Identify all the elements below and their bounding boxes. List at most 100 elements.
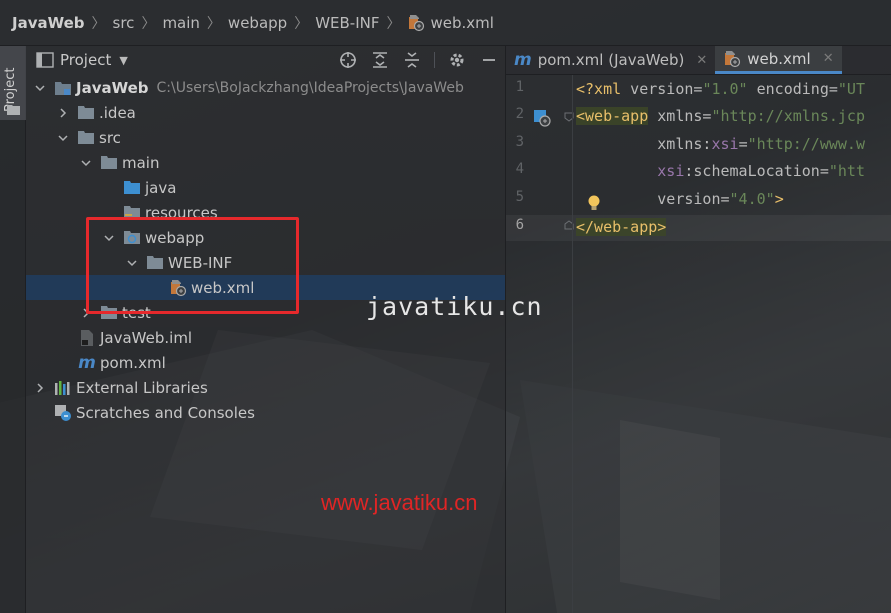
tree-item-src[interactable]: src: [26, 125, 505, 150]
web-xml-icon: [169, 279, 187, 297]
chevron-down-icon[interactable]: [55, 130, 71, 146]
breadcrumb-separator-icon: 〉: [294, 15, 309, 32]
breadcrumb-item-web-inf[interactable]: WEB-INF: [315, 14, 379, 32]
line-number: 4: [515, 161, 524, 177]
tree-item-label: main: [122, 153, 160, 172]
tree-item-label: .idea: [99, 103, 136, 122]
folder-icon: [77, 129, 95, 147]
code-token: version=: [657, 190, 730, 208]
left-tool-strip: Project: [0, 46, 26, 613]
code-token: "http://xmlns.jcp: [711, 107, 865, 125]
tree-item-label: resources: [145, 203, 218, 222]
tree-item-pom-xml[interactable]: m pom.xml: [26, 350, 505, 375]
tree-item-label: WEB-INF: [168, 253, 233, 272]
fold-icon[interactable]: [563, 111, 575, 123]
breadcrumb-item-webapp[interactable]: webapp: [228, 14, 287, 32]
expand-all-icon[interactable]: [370, 50, 390, 70]
target-icon[interactable]: [338, 50, 358, 70]
breadcrumb-separator-icon: 〉: [386, 15, 401, 32]
code-token: encoding=: [747, 80, 838, 98]
chevron-down-icon[interactable]: [32, 80, 48, 96]
tree-item-java[interactable]: java: [26, 175, 505, 200]
project-panel-icon: [36, 52, 54, 68]
code-tag: <web-app: [576, 107, 649, 125]
maven-icon: m: [514, 50, 532, 70]
editor-gutter: 1 2 3 4 5 6: [506, 75, 600, 613]
breadcrumb: JavaWeb 〉 src 〉 main 〉 webapp 〉 WEB-INF …: [0, 0, 891, 46]
line-number: 6: [515, 217, 524, 233]
tree-item-javaweb[interactable]: JavaWeb C:\Users\BoJackzhang\IdeaProject…: [26, 75, 505, 100]
folder-icon: [77, 104, 95, 122]
breadcrumb-separator-icon: 〉: [141, 15, 156, 32]
code-content[interactable]: <?xml version="1.0" encoding="UT <web-ap…: [576, 75, 891, 613]
code-line-5: version="4.0">: [576, 186, 784, 213]
code-token: "UT: [837, 80, 865, 98]
scratches-icon: [54, 404, 72, 422]
line-number: 3: [515, 134, 524, 150]
fold-icon[interactable]: [563, 219, 575, 231]
breadcrumb-separator-icon: 〉: [91, 15, 106, 32]
tab-label: web.xml: [747, 49, 811, 68]
breadcrumb-item-src[interactable]: src: [113, 14, 135, 32]
tab-web-xml[interactable]: web.xml ✕: [715, 46, 842, 74]
code-token: :schemaLocation=: [684, 162, 829, 180]
close-icon[interactable]: ✕: [696, 53, 707, 68]
tab-pom-xml[interactable]: m pom.xml (JavaWeb) ✕: [506, 46, 715, 74]
libraries-icon: [54, 379, 72, 397]
code-token: >: [774, 190, 784, 208]
folder-icon: [100, 154, 118, 172]
project-path: C:\Users\BoJackzhang\IdeaProjects\JavaWe…: [156, 79, 464, 96]
folder-icon: [146, 254, 164, 272]
web-xml-gutter-icon[interactable]: [532, 108, 552, 128]
code-line-4: xsi:schemaLocation="htt: [576, 158, 865, 185]
project-panel-title[interactable]: Project: [60, 51, 111, 69]
code-line-1: <?xml version="1.0" encoding="UT: [576, 76, 865, 103]
tree-item-label: webapp: [145, 228, 205, 247]
chevron-down-icon[interactable]: ▼: [119, 54, 127, 67]
line-number: 1: [515, 79, 524, 95]
tree-item-main[interactable]: main: [26, 150, 505, 175]
minimize-icon[interactable]: [479, 50, 499, 70]
code-token: xsi: [657, 162, 685, 180]
chevron-down-icon[interactable]: [124, 255, 140, 271]
tree-item-scratches[interactable]: Scratches and Consoles: [26, 400, 505, 425]
editor-area: m pom.xml (JavaWeb) ✕ web.xml ✕ 1 2 3 4 …: [506, 46, 891, 613]
gear-icon[interactable]: [447, 50, 467, 70]
project-panel-header: Project ▼: [26, 46, 505, 74]
source-folder-icon: [123, 179, 141, 197]
chevron-down-icon[interactable]: [78, 155, 94, 171]
collapse-all-icon[interactable]: [402, 50, 422, 70]
editor-tab-bar: m pom.xml (JavaWeb) ✕ web.xml ✕: [506, 46, 891, 75]
watermark: www.javatiku.cn: [321, 490, 478, 515]
gutter-divider: [572, 75, 573, 613]
toolbar-divider: [434, 52, 435, 68]
web-folder-icon: [123, 229, 141, 247]
tree-item-label: src: [99, 128, 121, 147]
tree-item-idea[interactable]: .idea: [26, 100, 505, 125]
tree-item-label: Scratches and Consoles: [76, 403, 255, 422]
tree-item-webapp[interactable]: webapp: [26, 225, 505, 250]
chevron-right-icon[interactable]: [78, 305, 94, 321]
tree-item-external-libraries[interactable]: External Libraries: [26, 375, 505, 400]
close-icon[interactable]: ✕: [823, 51, 834, 66]
chevron-right-icon[interactable]: [55, 105, 71, 121]
tree-item-label: JavaWeb.iml: [100, 328, 193, 347]
chevron-down-icon[interactable]: [101, 230, 117, 246]
tree-item-javaweb-iml[interactable]: JavaWeb.iml: [26, 325, 505, 350]
project-panel: Project ▼ JavaWeb C:\Users\BoJackzhang\I…: [26, 46, 506, 613]
tree-item-resources[interactable]: resources: [26, 200, 505, 225]
tree-item-web-inf[interactable]: WEB-INF: [26, 250, 505, 275]
tree-item-label: java: [145, 178, 177, 197]
tab-label: pom.xml (JavaWeb): [537, 51, 685, 69]
code-token: =: [738, 135, 748, 153]
chevron-right-icon[interactable]: [32, 380, 48, 396]
web-xml-icon: [409, 14, 425, 31]
code-token: xsi: [711, 135, 739, 153]
breadcrumb-item-web-xml[interactable]: web.xml: [407, 14, 494, 32]
breadcrumb-item-project[interactable]: JavaWeb: [12, 14, 85, 32]
project-panel-toolbar: [338, 50, 499, 70]
xml-declaration: <?xml: [576, 80, 622, 98]
breadcrumb-item-main[interactable]: main: [162, 14, 199, 32]
